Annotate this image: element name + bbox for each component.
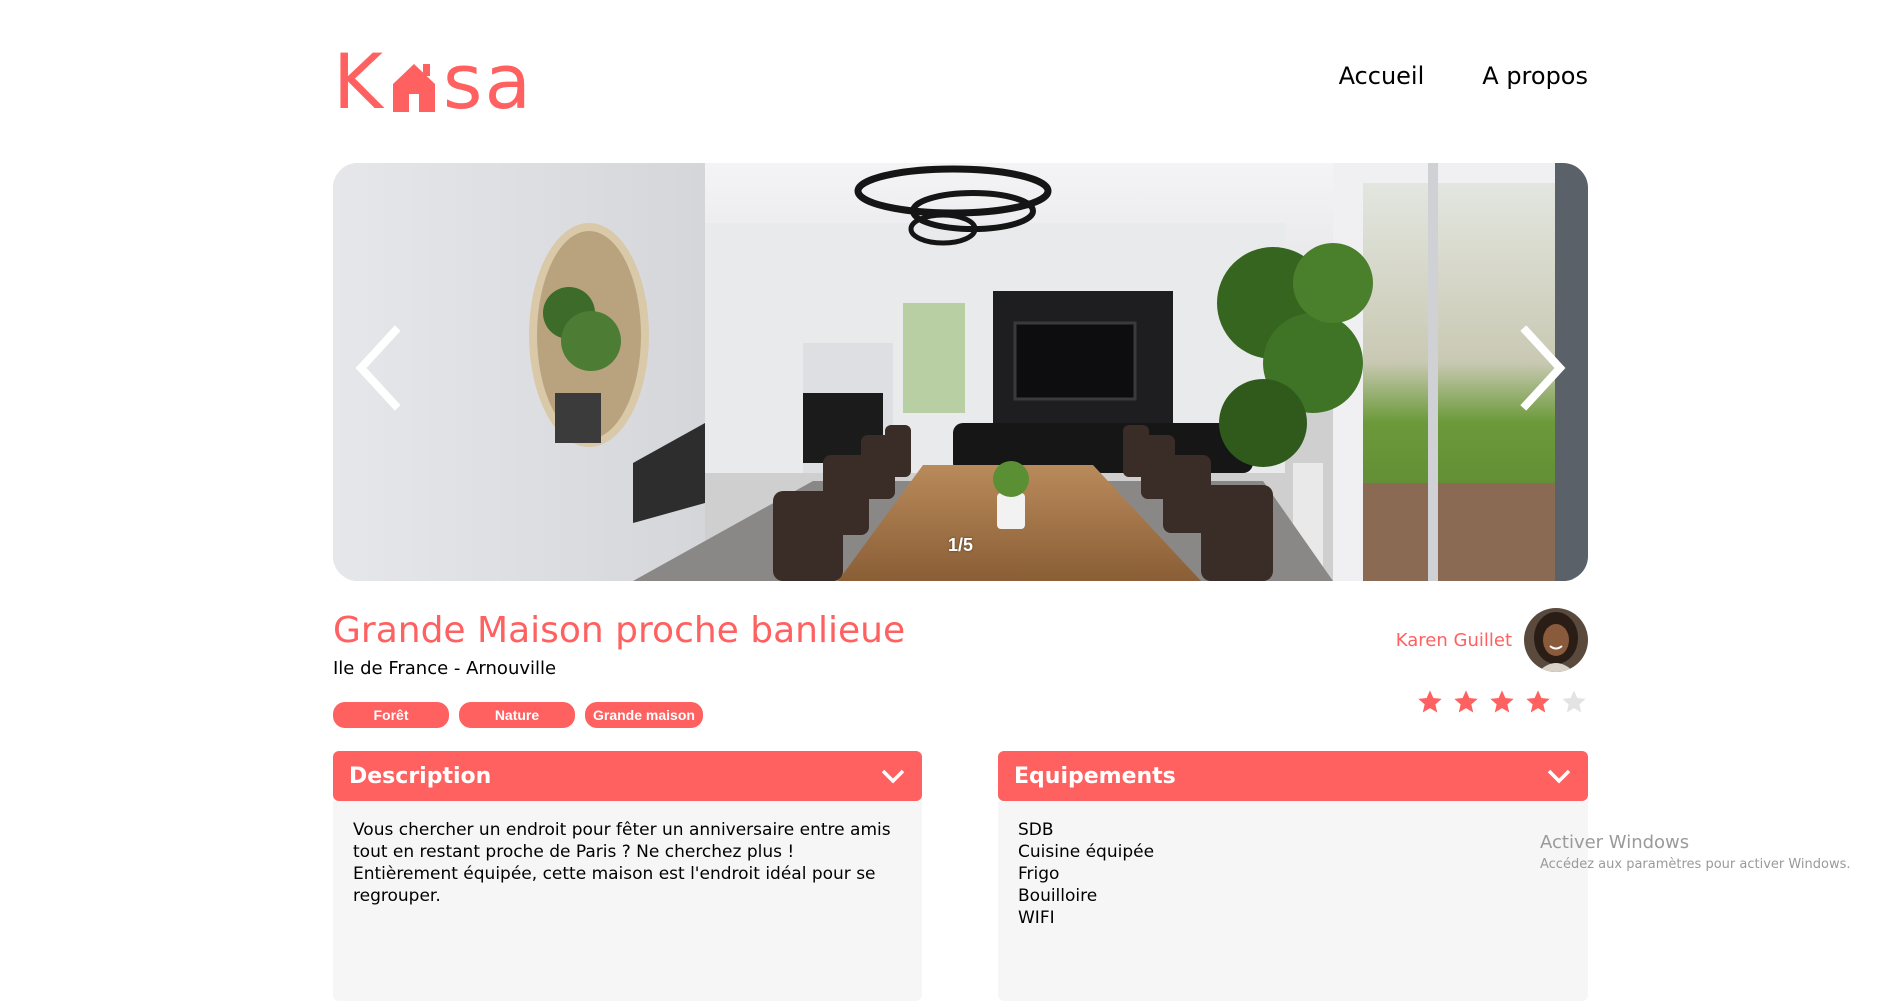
rating-stars — [1416, 688, 1588, 716]
watermark-title: Activer Windows — [1540, 832, 1690, 853]
windows-activation-watermark: Activer Windows Accédez aux paramètres p… — [1540, 832, 1851, 872]
star-filled-icon — [1526, 690, 1550, 713]
carousel-next-button[interactable] — [1510, 323, 1570, 413]
list-item: Bouilloire — [1018, 886, 1098, 906]
tag: Nature — [459, 702, 575, 728]
chevron-down-icon — [881, 769, 905, 784]
chevron-down-icon — [1547, 769, 1571, 784]
list-item: Cuisine équipée — [1018, 842, 1155, 862]
list-item: Frigo — [1018, 864, 1060, 884]
description-title: Description — [349, 763, 492, 789]
equipments-title: Equipements — [1014, 763, 1176, 789]
tag-list: Forêt Nature Grande maison — [333, 702, 703, 728]
avatar — [1524, 608, 1588, 672]
logo[interactable]: K s a — [333, 40, 533, 120]
star-empty-icon — [1562, 690, 1586, 713]
header: K s a Accueil A propos — [333, 40, 1588, 120]
list-item: WIFI — [1018, 908, 1055, 928]
listing-location: Ile de France - Arnouville — [333, 658, 557, 679]
star-filled-icon — [1454, 690, 1478, 713]
carousel-counter: 1/5 — [947, 535, 974, 555]
host-name: Karen Guillet — [1395, 629, 1512, 651]
logo-letter-a: a — [484, 37, 534, 126]
equipments-body: SDB Cuisine équipée Frigo Bouilloire WIF… — [998, 801, 1588, 1001]
description-collapse: Description Vous chercher un endroit pou… — [333, 751, 922, 1001]
logo-letter-s: s — [442, 37, 485, 126]
image-carousel: 1/5 — [333, 163, 1588, 581]
carousel-prev-button[interactable] — [351, 323, 411, 413]
chevron-left-icon — [355, 325, 401, 411]
description-toggle[interactable]: Description — [333, 751, 922, 801]
carousel-photo — [333, 163, 1588, 581]
nav-accueil-link[interactable]: Accueil — [1339, 62, 1425, 90]
star-filled-icon — [1418, 690, 1442, 713]
equipments-collapse: Equipements SDB Cuisine équipée Frigo Bo… — [998, 751, 1588, 1001]
logo-letter-k: K — [333, 37, 385, 126]
list-item: SDB — [1018, 820, 1054, 840]
description-body: Vous chercher un endroit pour fêter un a… — [333, 801, 922, 1001]
tag: Forêt — [333, 702, 449, 728]
house-icon — [389, 58, 439, 114]
description-text: Vous chercher un endroit pour fêter un a… — [353, 820, 891, 906]
nav-a-propos-link[interactable]: A propos — [1482, 62, 1588, 90]
listing-title: Grande Maison proche banlieue — [333, 610, 906, 651]
watermark-subtitle: Accédez aux paramètres pour activer Wind… — [1540, 857, 1851, 872]
tag: Grande maison — [585, 702, 703, 728]
equipments-toggle[interactable]: Equipements — [998, 751, 1588, 801]
star-filled-icon — [1490, 690, 1514, 713]
main-nav: Accueil A propos — [1339, 62, 1588, 90]
host-info: Karen Guillet — [1396, 608, 1588, 672]
equipments-list: SDB Cuisine équipée Frigo Bouilloire WIF… — [1018, 819, 1568, 929]
chevron-right-icon — [1520, 325, 1566, 411]
